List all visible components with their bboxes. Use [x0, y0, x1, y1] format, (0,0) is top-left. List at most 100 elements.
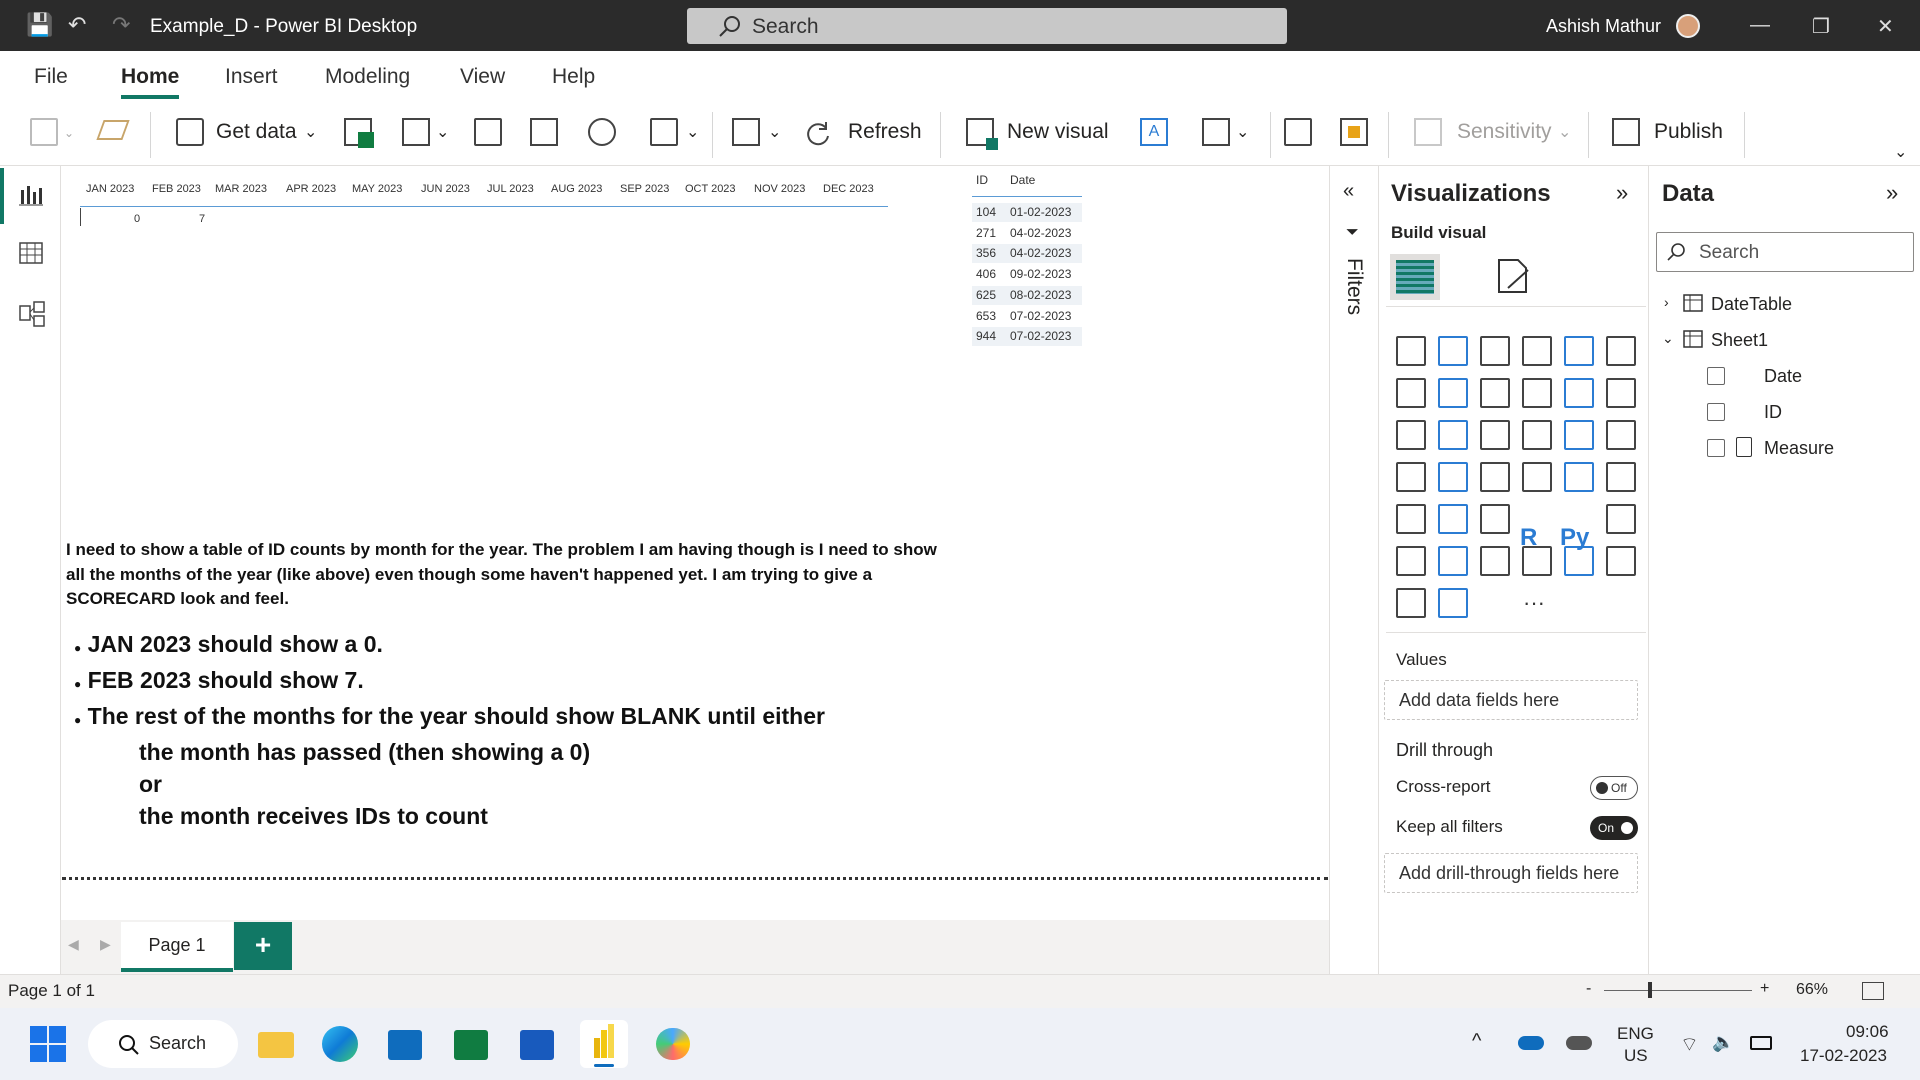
prev-page-icon[interactable]: ◀: [68, 936, 79, 953]
azure-map-icon[interactable]: [1606, 546, 1636, 576]
stacked-area-chart-icon[interactable]: [1480, 378, 1510, 408]
chevron-down-icon[interactable]: ⌄: [768, 122, 781, 142]
keep-filters-toggle[interactable]: On: [1590, 816, 1638, 840]
chevron-down-icon[interactable]: ⌄: [1662, 330, 1674, 347]
zoom-in-button[interactable]: +: [1760, 980, 1769, 998]
new-visual-button[interactable]: New visual: [1007, 120, 1109, 144]
zoom-out-button[interactable]: -: [1586, 980, 1591, 998]
chevron-down-icon[interactable]: ⌄: [1236, 122, 1249, 142]
edit-queries-icon[interactable]: [732, 118, 760, 146]
taskbar-search[interactable]: Search: [88, 1020, 238, 1068]
100-stacked-column-chart-icon[interactable]: [1606, 336, 1636, 366]
funnel-chart-icon[interactable]: [1438, 420, 1468, 450]
format-visual-icon[interactable]: [1494, 256, 1534, 296]
next-page-icon[interactable]: ▶: [100, 936, 111, 953]
zoom-slider-thumb[interactable]: [1648, 982, 1652, 998]
chevron-right-icon[interactable]: ›: [1664, 294, 1669, 310]
search-bar[interactable]: Search: [687, 8, 1287, 44]
zoom-slider[interactable]: [1604, 990, 1752, 991]
area-chart-icon[interactable]: [1438, 378, 1468, 408]
qa-visual-icon[interactable]: [1438, 546, 1468, 576]
publish-icon[interactable]: [1612, 118, 1640, 146]
matrix-visual-icon[interactable]: [1480, 504, 1510, 534]
table-visual-icon[interactable]: [1438, 504, 1468, 534]
100-stacked-bar-chart-icon[interactable]: [1564, 336, 1594, 366]
file-explorer-icon[interactable]: [252, 1020, 300, 1068]
model-view-icon[interactable]: [18, 300, 46, 328]
paint-icon[interactable]: [648, 1020, 696, 1068]
table-datetable[interactable]: DateTable: [1711, 294, 1792, 315]
dataverse-icon[interactable]: [474, 118, 502, 146]
excel-icon[interactable]: [344, 118, 374, 148]
cross-report-toggle[interactable]: Off: [1590, 776, 1638, 800]
stacked-column-chart-icon[interactable]: [1438, 336, 1468, 366]
chevron-down-icon[interactable]: ⌄: [686, 122, 699, 142]
data-search-input[interactable]: Search: [1656, 232, 1914, 272]
report-view-icon[interactable]: [18, 182, 44, 208]
publish-button[interactable]: Publish: [1654, 120, 1723, 144]
menu-insert[interactable]: Insert: [225, 65, 278, 89]
new-visual-icon[interactable]: [966, 118, 998, 150]
refresh-button[interactable]: Refresh: [848, 120, 922, 144]
ribbon-chart-icon[interactable]: [1606, 378, 1636, 408]
region-label[interactable]: US: [1624, 1046, 1648, 1066]
line-column-chart-icon[interactable]: [1522, 378, 1552, 408]
avatar[interactable]: [1676, 14, 1700, 38]
collapse-data-icon[interactable]: »: [1886, 180, 1898, 206]
chevron-down-icon[interactable]: ⌄: [64, 126, 74, 140]
decomposition-tree-icon[interactable]: [1396, 546, 1426, 576]
clock-date[interactable]: 17-02-2023: [1800, 1046, 1887, 1066]
menu-file[interactable]: File: [34, 65, 68, 89]
onedrive-icon[interactable]: [1518, 1036, 1544, 1050]
paste-icon[interactable]: [30, 118, 58, 146]
key-influencers-icon[interactable]: [1606, 504, 1636, 534]
new-measure-icon[interactable]: [1284, 118, 1312, 146]
smart-narrative-icon[interactable]: [1480, 546, 1510, 576]
build-visual-tab[interactable]: [1390, 254, 1440, 300]
chevron-down-icon[interactable]: ⌄: [304, 122, 317, 142]
clock-time[interactable]: 09:06: [1846, 1022, 1889, 1042]
slicer-icon[interactable]: [1396, 504, 1426, 534]
pie-chart-icon[interactable]: [1522, 420, 1552, 450]
clustered-bar-chart-icon[interactable]: [1480, 336, 1510, 366]
minimize-icon[interactable]: —: [1750, 14, 1770, 37]
chevron-down-icon[interactable]: ⌄: [436, 122, 449, 142]
values-well[interactable]: Add data fields here: [1384, 680, 1638, 720]
field-id[interactable]: ID: [1764, 402, 1782, 423]
outlook-icon[interactable]: [382, 1020, 430, 1068]
field-measure[interactable]: Measure: [1764, 438, 1834, 459]
get-data-button[interactable]: Get data: [216, 120, 297, 144]
line-chart-icon[interactable]: [1396, 378, 1426, 408]
redo-icon[interactable]: ↷: [112, 12, 130, 38]
waterfall-chart-icon[interactable]: [1396, 420, 1426, 450]
map-icon[interactable]: [1396, 462, 1426, 492]
field-checkbox[interactable]: [1707, 439, 1725, 457]
windows-start-icon[interactable]: [30, 1026, 66, 1062]
treemap-icon[interactable]: [1606, 420, 1636, 450]
volume-icon[interactable]: 🔈: [1712, 1032, 1734, 1053]
field-checkbox[interactable]: [1707, 367, 1725, 385]
page-tab[interactable]: Page 1: [121, 922, 233, 972]
filters-label-wrap[interactable]: Filters: [1340, 258, 1370, 328]
cloud-icon[interactable]: [1566, 1036, 1592, 1050]
database-icon[interactable]: [176, 118, 204, 146]
stacked-bar-chart-icon[interactable]: [1396, 336, 1426, 366]
sql-icon[interactable]: [402, 118, 430, 146]
edge-icon[interactable]: [316, 1020, 364, 1068]
donut-chart-icon[interactable]: [1564, 420, 1594, 450]
collapse-ribbon-icon[interactable]: ⌄: [1894, 142, 1907, 162]
power-automate-icon[interactable]: [1438, 588, 1468, 618]
quick-measure-icon[interactable]: [1340, 118, 1368, 146]
scatter-chart-icon[interactable]: [1480, 420, 1510, 450]
power-bi-icon[interactable]: [580, 1020, 628, 1068]
save-icon[interactable]: 💾: [26, 12, 53, 38]
line-clustered-column-chart-icon[interactable]: [1564, 378, 1594, 408]
menu-modeling[interactable]: Modeling: [325, 65, 410, 89]
multi-row-card-icon[interactable]: [1564, 462, 1594, 492]
chevron-up-icon[interactable]: ^: [1472, 1030, 1481, 1053]
more-visuals-ellipsis[interactable]: ···: [1523, 590, 1545, 616]
lang-label[interactable]: ENG: [1617, 1024, 1654, 1044]
more-visuals-icon[interactable]: [1202, 118, 1230, 146]
excel-icon[interactable]: [448, 1020, 496, 1068]
add-page-button[interactable]: +: [234, 922, 292, 970]
